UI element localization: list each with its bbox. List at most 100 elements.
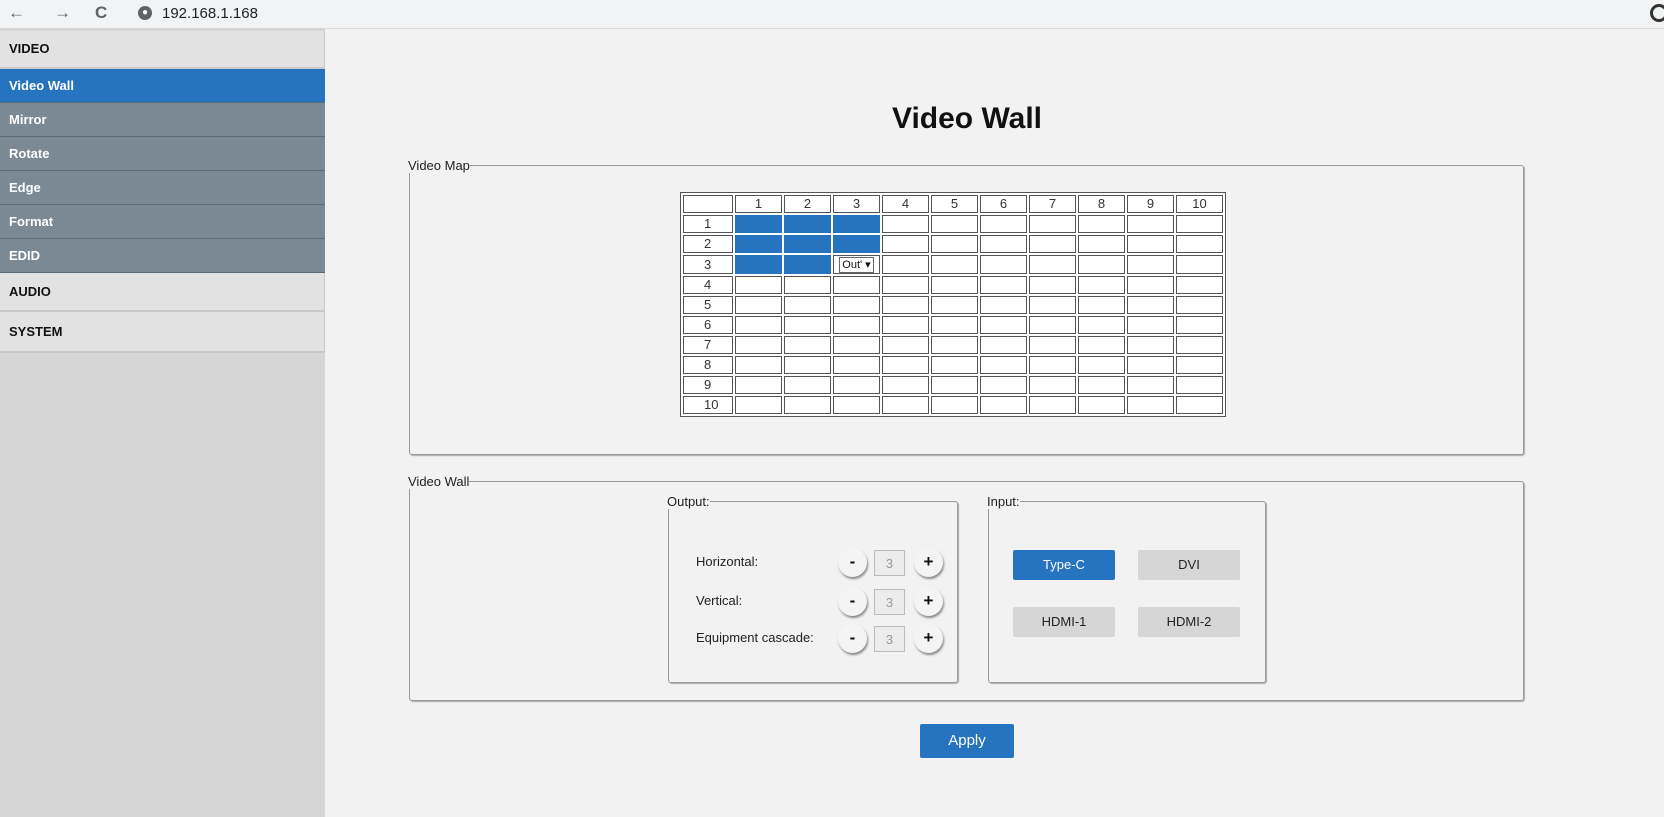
grid-cell[interactable] [1078, 215, 1125, 233]
grid-cell[interactable] [784, 215, 831, 233]
grid-cell[interactable] [1127, 215, 1174, 233]
back-arrow-icon[interactable]: ← [8, 2, 25, 24]
grid-cell[interactable] [1078, 336, 1125, 354]
grid-cell[interactable] [784, 396, 831, 414]
grid-cell[interactable] [980, 336, 1027, 354]
grid-cell[interactable] [1029, 276, 1076, 294]
grid-cell[interactable] [882, 336, 929, 354]
grid-cell[interactable] [931, 235, 978, 253]
grid-cell[interactable] [882, 396, 929, 414]
grid-cell[interactable] [1176, 356, 1223, 374]
grid-cell[interactable] [1029, 215, 1076, 233]
grid-cell[interactable] [931, 296, 978, 314]
cascade-minus-button[interactable]: - [838, 624, 867, 653]
grid-cell[interactable] [833, 356, 880, 374]
sidebar-item-edid[interactable]: EDID [0, 239, 325, 273]
grid-cell[interactable] [931, 336, 978, 354]
grid-cell[interactable] [1078, 376, 1125, 394]
grid-cell[interactable] [980, 276, 1027, 294]
grid-cell[interactable] [784, 276, 831, 294]
grid-cell[interactable] [1127, 235, 1174, 253]
grid-cell[interactable] [833, 235, 880, 253]
grid-cell[interactable] [931, 396, 978, 414]
grid-cell[interactable] [931, 316, 978, 334]
grid-cell[interactable] [980, 316, 1027, 334]
grid-cell[interactable] [1029, 356, 1076, 374]
grid-cell[interactable] [833, 396, 880, 414]
grid-cell[interactable] [1078, 235, 1125, 253]
grid-cell[interactable] [980, 215, 1027, 233]
grid-cell[interactable] [1078, 356, 1125, 374]
horizontal-plus-button[interactable]: + [914, 548, 943, 577]
grid-cell[interactable] [1176, 276, 1223, 294]
grid-cell[interactable] [735, 255, 782, 274]
sidebar-item-rotate[interactable]: Rotate [0, 137, 325, 171]
grid-cell[interactable] [980, 296, 1027, 314]
grid-cell[interactable] [931, 356, 978, 374]
grid-cell[interactable] [735, 276, 782, 294]
grid-cell[interactable] [1127, 255, 1174, 274]
sidebar-section-audio[interactable]: AUDIO [0, 273, 325, 312]
grid-cell[interactable]: Out' ▾ [833, 255, 880, 274]
horizontal-minus-button[interactable]: - [838, 548, 867, 577]
grid-cell[interactable] [735, 336, 782, 354]
grid-cell[interactable] [882, 316, 929, 334]
grid-cell[interactable] [833, 316, 880, 334]
grid-cell[interactable] [735, 356, 782, 374]
grid-cell[interactable] [1078, 396, 1125, 414]
grid-cell[interactable] [1127, 276, 1174, 294]
grid-cell[interactable] [833, 296, 880, 314]
grid-cell[interactable] [1078, 296, 1125, 314]
grid-cell[interactable] [1176, 396, 1223, 414]
grid-cell[interactable] [1078, 316, 1125, 334]
sidebar-section-system[interactable]: SYSTEM [0, 312, 325, 353]
grid-cell[interactable] [1029, 296, 1076, 314]
grid-cell[interactable] [735, 316, 782, 334]
sidebar-item-format[interactable]: Format [0, 205, 325, 239]
grid-cell[interactable] [882, 276, 929, 294]
grid-cell[interactable] [833, 336, 880, 354]
grid-cell[interactable] [1176, 296, 1223, 314]
grid-cell[interactable] [931, 255, 978, 274]
input-hdmi-1-button[interactable]: HDMI-1 [1013, 607, 1115, 637]
grid-cell[interactable] [784, 356, 831, 374]
grid-cell[interactable] [980, 235, 1027, 253]
apply-button[interactable]: Apply [920, 724, 1014, 758]
grid-cell[interactable] [1029, 396, 1076, 414]
profile-icon[interactable] [1650, 4, 1664, 22]
grid-cell[interactable] [735, 235, 782, 253]
output-select-dropdown[interactable]: Out' ▾ [839, 257, 874, 273]
grid-cell[interactable] [1127, 396, 1174, 414]
grid-cell[interactable] [784, 255, 831, 274]
grid-cell[interactable] [1127, 376, 1174, 394]
vertical-plus-button[interactable]: + [914, 587, 943, 616]
grid-cell[interactable] [735, 396, 782, 414]
grid-cell[interactable] [1176, 376, 1223, 394]
grid-cell[interactable] [980, 396, 1027, 414]
site-info-icon[interactable]: ● [138, 6, 152, 20]
grid-cell[interactable] [833, 276, 880, 294]
grid-cell[interactable] [1127, 356, 1174, 374]
grid-cell[interactable] [882, 356, 929, 374]
grid-cell[interactable] [980, 356, 1027, 374]
address-bar[interactable]: 192.168.1.168 [162, 4, 258, 24]
grid-cell[interactable] [1029, 376, 1076, 394]
grid-cell[interactable] [1078, 276, 1125, 294]
grid-cell[interactable] [1029, 336, 1076, 354]
grid-cell[interactable] [1127, 296, 1174, 314]
grid-cell[interactable] [1078, 255, 1125, 274]
grid-cell[interactable] [784, 376, 831, 394]
grid-cell[interactable] [882, 215, 929, 233]
grid-cell[interactable] [980, 376, 1027, 394]
input-hdmi-2-button[interactable]: HDMI-2 [1138, 607, 1240, 637]
sidebar-section-video[interactable]: VIDEO [0, 31, 325, 69]
sidebar-item-mirror[interactable]: Mirror [0, 103, 325, 137]
grid-cell[interactable] [1176, 215, 1223, 233]
grid-cell[interactable] [1029, 255, 1076, 274]
grid-cell[interactable] [1029, 316, 1076, 334]
grid-cell[interactable] [784, 316, 831, 334]
grid-cell[interactable] [1176, 235, 1223, 253]
grid-cell[interactable] [931, 376, 978, 394]
grid-cell[interactable] [980, 255, 1027, 274]
grid-cell[interactable] [735, 215, 782, 233]
